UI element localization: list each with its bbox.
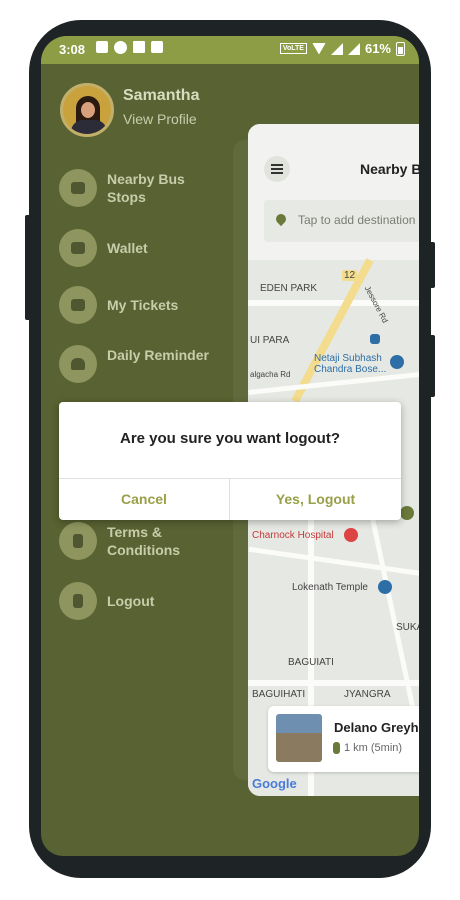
menu-item-label: Nearby Bus Stops [107, 171, 185, 205]
status-bar: 3:08 VoLTE 61% [41, 36, 419, 64]
temple-icon [378, 580, 392, 594]
bus-stop-card[interactable]: Delano Greyhound 1 km (5min) [268, 706, 419, 772]
profile-name: Samantha [123, 87, 200, 104]
volume-button [25, 215, 31, 320]
bus-stop-thumbnail [276, 714, 322, 762]
notification-icon [114, 41, 127, 54]
battery-icon [396, 41, 405, 56]
map-title: Nearby Bus Stops [360, 161, 419, 177]
bus-marker[interactable] [400, 506, 414, 520]
destination-search[interactable]: Tap to add destination [264, 200, 419, 242]
notification-icons [96, 41, 163, 54]
map-label: JYANGRA [344, 689, 391, 700]
bell-icon [59, 345, 97, 383]
bus-stop-distance: 1 km (5min) [344, 742, 403, 754]
map-label: SUKA [396, 622, 419, 633]
location-pin-icon [273, 211, 289, 227]
map-label: 12 [342, 270, 358, 281]
menu-item-label: Terms & Conditions [107, 524, 181, 558]
map-label: UI PARA [250, 335, 290, 346]
bus-stop-marker[interactable] [370, 334, 380, 344]
wifi-icon [311, 42, 326, 55]
menu-item-label: Daily Reminder [107, 347, 209, 363]
power-button [429, 242, 435, 288]
status-time: 3:08 [59, 42, 86, 57]
notification-icon [96, 41, 108, 53]
map-label: BAGUIATI [288, 657, 334, 668]
battery-text: 61% [364, 41, 391, 56]
map-label: Lokenath Temple [292, 582, 368, 593]
map-label: EDEN PARK [260, 283, 318, 294]
notification-icon [133, 41, 145, 53]
signal-icon [347, 42, 360, 55]
google-logo: Google [252, 776, 297, 791]
hospital-icon [344, 528, 358, 542]
status-right: VoLTE 61% [279, 41, 405, 56]
dialog-message: Are you sure you want logout? [119, 430, 340, 447]
logout-dialog: Are you sure you want logout? Cancel Yes… [59, 402, 401, 520]
map-label: Charnock Hospital [252, 530, 334, 541]
walking-icon [333, 742, 340, 754]
side-button [429, 335, 435, 397]
wallet-icon [59, 229, 97, 267]
volte-badge: VoLTE [279, 43, 307, 54]
menu-item-label: My Tickets [107, 297, 179, 313]
map-header: Nearby Bus Stops Tap to add destination [248, 124, 419, 260]
avatar-shoulder [71, 120, 107, 134]
search-placeholder: Tap to add destination [298, 213, 416, 227]
avatar-face [81, 102, 95, 118]
menu-item-label: Logout [107, 593, 155, 609]
airport-icon [390, 355, 404, 369]
cancel-button[interactable]: Cancel [59, 478, 229, 520]
document-icon [59, 522, 97, 560]
menu-icon[interactable] [264, 156, 290, 182]
view-profile-link[interactable]: View Profile [123, 111, 197, 127]
logout-icon [59, 582, 97, 620]
confirm-logout-button[interactable]: Yes, Logout [230, 478, 401, 520]
signal-icon [330, 42, 343, 55]
menu-item-label: Wallet [107, 240, 148, 256]
bus-stop-icon [59, 169, 97, 207]
bus-stop-name: Delano Greyhound [334, 720, 419, 735]
image-icon [151, 41, 163, 53]
map-label: BAGUIHATI [252, 689, 306, 700]
map-label: algacha Rd [250, 370, 291, 379]
avatar[interactable] [60, 83, 114, 137]
ticket-icon [59, 286, 97, 324]
